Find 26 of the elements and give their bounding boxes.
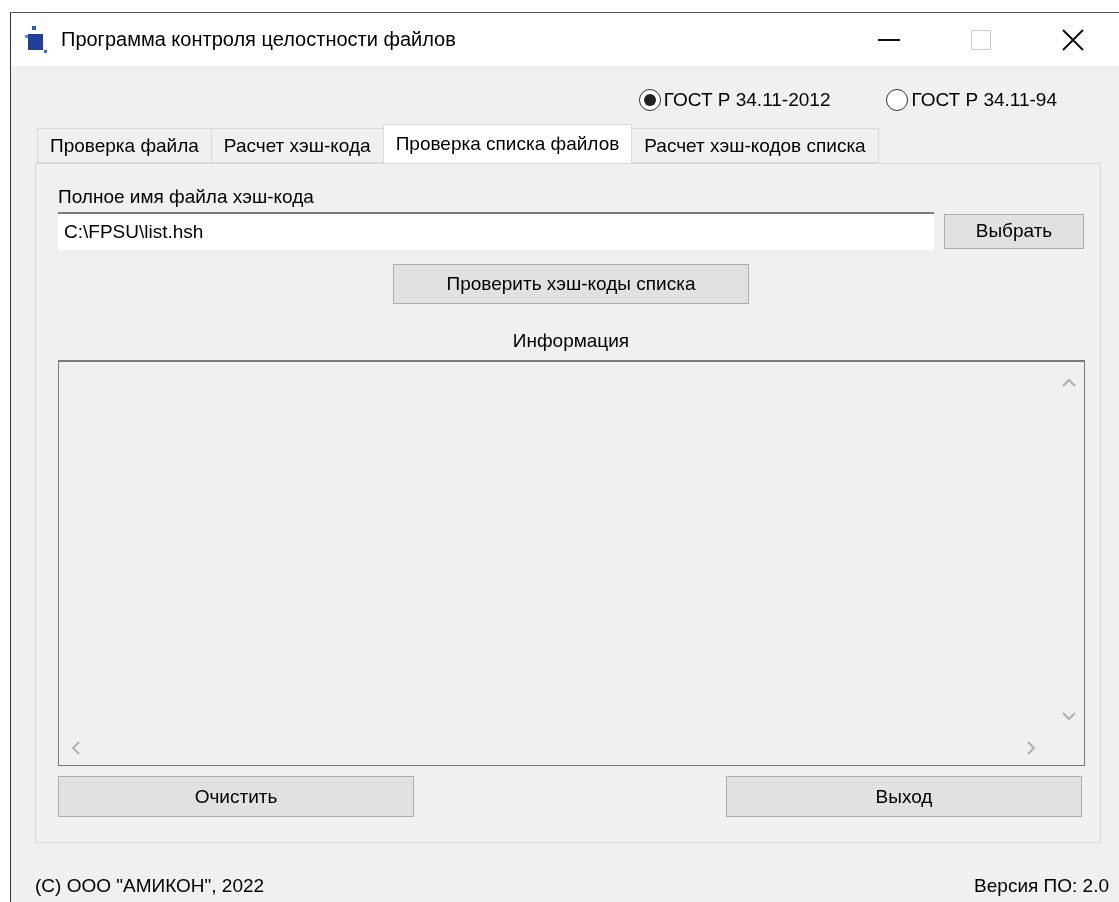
close-icon: [1062, 28, 1084, 51]
tab[interactable]: Проверка файла: [37, 128, 212, 163]
radio-option[interactable]: ГОСТ Р 34.11-94: [886, 89, 1057, 111]
scroll-down-icon: [1062, 712, 1076, 721]
tab[interactable]: Расчет хэш-кодов списка: [631, 128, 879, 163]
exit-button[interactable]: Выход: [726, 776, 1082, 817]
radio-button[interactable]: [886, 89, 909, 111]
info-label: Информация: [512, 330, 630, 351]
scroll-right-icon: [1027, 741, 1036, 755]
maximize-icon: [971, 29, 991, 50]
window-title: Программа контроля целостности файлов: [61, 28, 457, 51]
browse-button[interactable]: Выбрать: [944, 213, 1084, 249]
minimize-icon: [878, 38, 900, 41]
version-text: Версия ПО: 2.0: [974, 875, 1109, 897]
file-path-field[interactable]: C:\FPSU\list.hsh: [58, 212, 934, 250]
copyright-text: (С) ООО "АМИКОН", 2022: [35, 875, 265, 897]
radio-option[interactable]: ГОСТ Р 34.11-2012: [638, 89, 831, 111]
scroll-left-icon: [71, 741, 80, 755]
clear-button[interactable]: Очистить: [58, 776, 414, 817]
field-label: Полное имя файла хэш-кода: [58, 186, 315, 209]
check-button[interactable]: Проверить хэш-коды списка: [393, 264, 749, 304]
tab[interactable]: Проверка списка файлов: [382, 124, 633, 163]
radio-button[interactable]: [638, 89, 661, 111]
tab[interactable]: Расчет хэш-кода: [210, 128, 384, 163]
scroll-up-icon: [1062, 378, 1076, 387]
app-icon: [25, 25, 47, 54]
